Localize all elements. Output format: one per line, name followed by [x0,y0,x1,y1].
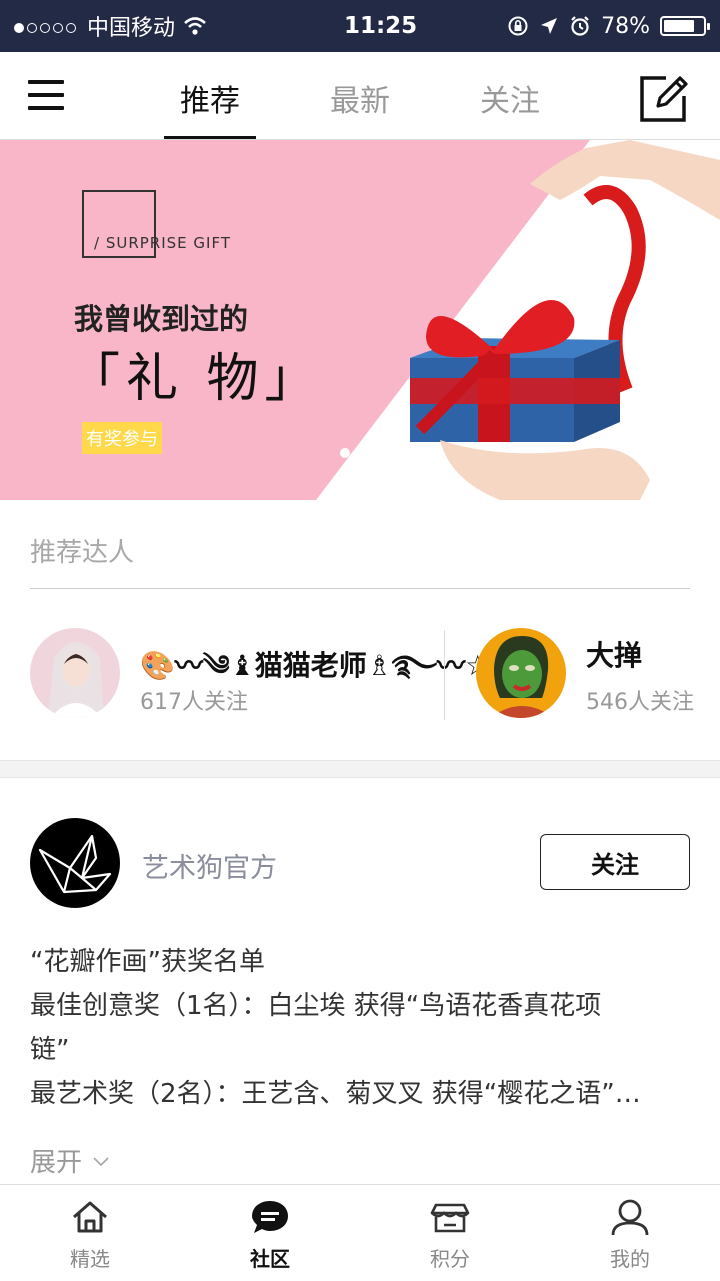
expert-name[interactable]: 大掸 [586,634,642,674]
status-bar: 中国移动 11:25 78% [0,0,720,52]
location-icon [541,18,558,34]
chevron-down-icon [93,1156,109,1166]
active-tab-indicator [164,136,256,139]
expert-card[interactable]: 🎨〰༄♝猫猫老师♗࿐〰☆ 617人关注 [30,628,490,720]
banner-tag: / SURPRISE GIFT [94,234,231,252]
expert-followers: 617人关注 [140,690,248,715]
tabbar-label: 精选 [70,1247,110,1271]
menu-icon[interactable] [28,80,64,110]
post-line: “花瓣作画”获奖名单 [30,947,265,977]
gift-illustration [410,140,720,500]
section-separator [0,760,720,778]
shop-icon [430,1203,470,1233]
tabbar-item-points[interactable]: 积分 [360,1185,540,1281]
follow-button[interactable]: 关注 [540,834,690,890]
wifi-icon [184,17,206,35]
battery-icon [660,16,710,36]
divider [444,630,445,720]
tabbar-item-profile[interactable]: 我的 [540,1185,720,1281]
carousel-indicator[interactable] [340,448,350,458]
top-nav: 推荐 最新 关注 [0,52,720,140]
post-line: 链” [30,1035,70,1065]
promo-banner[interactable]: / SURPRISE GIFT 我曾收到过的 「礼 物」 有奖参与 [0,140,720,500]
tabbar-item-community[interactable]: 社区 [180,1185,360,1281]
post-author-avatar[interactable] [30,818,120,908]
tabbar-label: 积分 [430,1247,470,1271]
tabbar-item-featured[interactable]: 精选 [0,1185,180,1281]
tab-following[interactable]: 关注 [450,76,570,120]
person-icon [611,1199,649,1236]
alarm-icon [571,16,589,36]
divider [30,588,690,589]
home-icon [73,1201,107,1233]
expert-followers: 546人关注 [586,690,694,715]
post-body[interactable]: “花瓣作画”获奖名单 最佳创意奖（1名）：白尘埃 获得“鸟语花香真花项 链” 最… [30,940,690,1116]
signal-icon [14,14,79,39]
tabbar-label: 社区 [250,1247,290,1271]
expert-card[interactable]: 大掸 546人关注 [476,628,720,720]
banner-title: 「礼 物」 [68,349,323,409]
compose-icon[interactable] [636,72,692,124]
expand-label: 展开 [30,1148,83,1178]
banner-join-button[interactable]: 有奖参与 [82,422,162,454]
tab-recommend[interactable]: 推荐 [150,76,270,120]
clock: 11:25 [343,13,418,39]
tabbar-label: 我的 [610,1247,650,1271]
origami-logo-icon [38,834,112,894]
rotation-lock-icon [508,16,528,36]
bottom-tab-bar: 精选 社区 积分 我的 [0,1184,720,1280]
post-author-name[interactable]: 艺术狗官方 [142,846,277,885]
chat-icon [252,1201,288,1233]
post-line: 最佳创意奖（1名）：白尘埃 获得“鸟语花香真花项 [30,991,602,1021]
avatar[interactable] [476,628,566,718]
banner-headline: 我曾收到过的 [74,302,249,336]
battery-percent: 78% [601,13,650,39]
carrier-label: 中国移动 [87,16,176,41]
section-title-experts: 推荐达人 [30,538,135,568]
post-line: 最艺术奖（2名）：王艺含、菊叉叉 获得“樱花之语”… [30,1079,641,1109]
tab-latest[interactable]: 最新 [300,76,420,120]
expand-button[interactable]: 展开 [30,1142,110,1179]
avatar[interactable] [30,628,120,718]
